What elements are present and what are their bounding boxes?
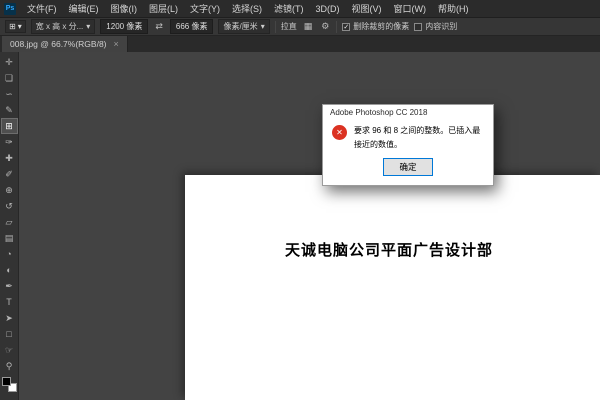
marquee-tool-icon: ❏ (5, 74, 13, 83)
photoshop-window: Ps 文件(F) 编辑(E) 图像(I) 图层(L) 文字(Y) 选择(S) 滤… (0, 0, 600, 400)
healing-brush-tool-icon: ✚ (5, 154, 13, 163)
straighten-button[interactable]: 拉直 (281, 21, 297, 32)
close-tab-icon[interactable]: × (114, 40, 119, 49)
brush-tool-icon: ✐ (5, 170, 13, 179)
pen-tool-icon: ✒ (5, 282, 13, 291)
menu-filter[interactable]: 滤镜(T) (268, 0, 310, 18)
move-tool-icon: ✛ (5, 58, 13, 67)
menu-image[interactable]: 图像(I) (105, 0, 144, 18)
menu-type[interactable]: 文字(Y) (184, 0, 226, 18)
document-tab-bar: 008.jpg @ 66.7%(RGB/8) × (0, 36, 600, 52)
aspect-ratio-value: 宽 x 高 x 分... (36, 21, 84, 32)
zoom-tool[interactable]: ⚲ (1, 358, 18, 374)
swap-dimensions-icon[interactable]: ⇄ (153, 21, 165, 32)
type-tool-icon: T (6, 298, 12, 307)
blur-tool-icon: ◔ (6, 250, 11, 259)
blur-tool[interactable]: ◔ (1, 246, 18, 262)
delete-cropped-pixels-label: 删除裁剪的像素 (353, 21, 409, 32)
menu-window[interactable]: 窗口(W) (388, 0, 433, 18)
clone-stamp-tool[interactable]: ⊕ (1, 182, 18, 198)
path-selection-tool[interactable]: ➤ (1, 310, 18, 326)
history-brush-tool-icon: ↺ (5, 202, 13, 211)
document-text: 天诚电脑公司平面广告设计部 (285, 239, 493, 260)
overlay-options-icon[interactable]: ▦ (302, 21, 315, 32)
photoshop-logo: Ps (4, 3, 16, 15)
crop-tool-icon: ⊞ (5, 122, 13, 131)
menu-file[interactable]: 文件(F) (21, 0, 63, 18)
menu-layer[interactable]: 图层(L) (143, 0, 184, 18)
canvas-area[interactable]: 天诚电脑公司平面广告设计部 (19, 52, 600, 400)
quick-selection-tool[interactable]: ✎ (1, 102, 18, 118)
menu-select[interactable]: 选择(S) (226, 0, 268, 18)
menu-edit[interactable]: 编辑(E) (63, 0, 105, 18)
foreground-color-swatch[interactable] (2, 377, 11, 386)
menu-bar: Ps 文件(F) 编辑(E) 图像(I) 图层(L) 文字(Y) 选择(S) 滤… (0, 0, 600, 18)
history-brush-tool[interactable]: ↺ (1, 198, 18, 214)
brush-tool[interactable]: ✐ (1, 166, 18, 182)
tools-panel: ✛ ❏ ∽ ✎ ⊞ ✑ ✚ ✐ ⊕ ↺ ▱ ▤ ◔ ◐ ✒ T ➤ □ ☞ ⚲ (0, 52, 19, 400)
pen-tool[interactable]: ✒ (1, 278, 18, 294)
lasso-tool-icon: ∽ (5, 90, 13, 99)
content-aware-checkbox[interactable] (414, 23, 422, 31)
document-tab[interactable]: 008.jpg @ 66.7%(RGB/8) × (2, 36, 128, 52)
chevron-down-icon: ▾ (86, 22, 90, 31)
chevron-down-icon: ▾ (261, 22, 265, 31)
path-selection-tool-icon: ➤ (5, 314, 13, 323)
chevron-down-icon: ▾ (18, 22, 22, 31)
lasso-tool[interactable]: ∽ (1, 86, 18, 102)
menu-3d[interactable]: 3D(D) (310, 0, 346, 18)
rectangle-tool[interactable]: □ (1, 326, 18, 342)
dodge-tool-icon: ◐ (6, 266, 11, 275)
eyedropper-tool-icon: ✑ (5, 138, 13, 147)
foreground-background-colors[interactable] (2, 377, 17, 392)
crop-tool[interactable]: ⊞ (1, 118, 18, 134)
eraser-tool-icon: ▱ (6, 218, 13, 227)
crop-settings-gear-icon[interactable]: ⚙ (319, 21, 331, 32)
divider (275, 21, 276, 33)
content-aware-label: 内容识别 (425, 21, 457, 32)
zoom-tool-icon: ⚲ (6, 362, 13, 371)
gradient-tool-icon: ▤ (5, 234, 14, 243)
x-mark-icon: ✕ (336, 128, 343, 137)
dialog-message: 要求 96 和 8 之间的整数。已插入最接近的数值。 (354, 124, 484, 151)
eraser-tool[interactable]: ▱ (1, 214, 18, 230)
resolution-unit-value: 像素/厘米 (223, 21, 257, 32)
resolution-unit-dropdown[interactable]: 像素/厘米 ▾ (218, 19, 269, 34)
divider (336, 21, 337, 33)
gradient-tool[interactable]: ▤ (1, 230, 18, 246)
dodge-tool[interactable]: ◐ (1, 262, 18, 278)
alert-dialog: Adobe Photoshop CC 2018 ✕ 要求 96 和 8 之间的整… (322, 104, 494, 186)
rectangle-tool-icon: □ (6, 330, 11, 339)
move-tool[interactable]: ✛ (1, 54, 18, 70)
menu-view[interactable]: 视图(V) (346, 0, 388, 18)
crop-height-input[interactable]: 666 像素 (170, 19, 214, 34)
dialog-title-bar[interactable]: Adobe Photoshop CC 2018 (323, 105, 493, 121)
rectangular-marquee-tool[interactable]: ❏ (1, 70, 18, 86)
spot-healing-brush-tool[interactable]: ✚ (1, 150, 18, 166)
crop-preset-icon: ⊞ (9, 22, 16, 31)
tool-options-bar: ⊞ ▾ 宽 x 高 x 分... ▾ 1200 像素 ⇄ 666 像素 像素/厘… (0, 18, 600, 36)
menu-help[interactable]: 帮助(H) (432, 0, 475, 18)
check-icon: ✓ (343, 23, 349, 31)
delete-cropped-pixels-checkbox[interactable]: ✓ (342, 23, 350, 31)
error-icon: ✕ (332, 125, 347, 140)
aspect-ratio-dropdown[interactable]: 宽 x 高 x 分... ▾ (31, 19, 96, 34)
quick-selection-tool-icon: ✎ (5, 106, 13, 115)
clone-stamp-tool-icon: ⊕ (5, 186, 13, 195)
eyedropper-tool[interactable]: ✑ (1, 134, 18, 150)
crop-width-input[interactable]: 1200 像素 (100, 19, 148, 34)
tool-preset-picker[interactable]: ⊞ ▾ (5, 20, 26, 33)
hand-tool-icon: ☞ (5, 346, 13, 355)
ok-button[interactable]: 确定 (383, 158, 433, 176)
document-tab-title: 008.jpg @ 66.7%(RGB/8) (10, 39, 107, 49)
type-tool[interactable]: T (1, 294, 18, 310)
hand-tool[interactable]: ☞ (1, 342, 18, 358)
document-canvas[interactable]: 天诚电脑公司平面广告设计部 (185, 175, 600, 400)
